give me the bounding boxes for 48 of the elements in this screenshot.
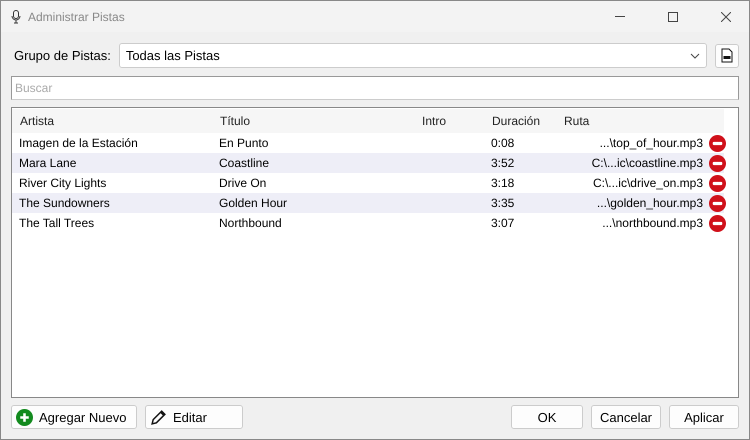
dialog-button[interactable]: Aplicar	[669, 405, 739, 429]
microphone-icon	[11, 10, 21, 24]
remove-icon[interactable]	[708, 214, 726, 232]
search-field[interactable]: Buscar	[11, 76, 739, 100]
maximize-icon	[668, 12, 678, 22]
table-cell-text: 3:52	[491, 156, 516, 170]
group-dropdown[interactable]: Todas las Pistas	[118, 43, 707, 68]
remove-icon[interactable]	[708, 134, 726, 152]
chevron-down-icon	[690, 52, 700, 58]
add-new-button[interactable]: Agregar Nuevo	[11, 405, 137, 429]
table-cell-text: ...\golden_hour.mp3	[596, 196, 703, 210]
table-cell-text: Northbound	[219, 216, 283, 230]
column-header[interactable]: Título	[219, 114, 421, 128]
column-header[interactable]: Ruta	[563, 114, 703, 128]
table-cell-text: 0:08	[491, 136, 516, 150]
table-cell-text: Golden Hour	[219, 196, 288, 210]
table-cell-text: Imagen de la Estación	[19, 136, 139, 150]
table-cell-text: Coastline	[219, 156, 270, 170]
remove-icon[interactable]	[708, 174, 726, 192]
table-cell-text: Drive On	[219, 176, 268, 190]
edit-button[interactable]: Editar	[145, 405, 243, 429]
column-header[interactable]: Artista	[19, 114, 219, 128]
column-header[interactable]: Intro	[421, 114, 491, 128]
table-cell-text: ...\top_of_hour.mp3	[598, 136, 703, 150]
export-csv-button[interactable]	[715, 44, 739, 68]
table-cell-text: En Punto	[219, 136, 270, 150]
table-cell-text: ...\northbound.mp3	[601, 216, 703, 230]
remove-icon[interactable]	[708, 154, 726, 172]
table-cell-text: River City Lights	[19, 176, 108, 190]
csv-file-icon	[721, 48, 733, 63]
table-cell-text: 3:07	[491, 216, 516, 230]
close-icon	[721, 12, 731, 22]
table-cell-text: C:\...ic\drive_on.mp3	[592, 176, 703, 190]
table-cell-text: Mara Lane	[19, 156, 78, 170]
dialog-button[interactable]: Cancelar	[591, 405, 661, 429]
remove-icon[interactable]	[708, 194, 726, 212]
group-label: Grupo de Pistas:	[13, 48, 111, 63]
table-cell-text: C:\...ic\coastline.mp3	[590, 156, 703, 170]
pencil-icon	[150, 408, 167, 426]
table-cell-text: The Tall Trees	[19, 216, 96, 230]
dialog-button[interactable]: OK	[511, 405, 583, 429]
minimize-icon	[615, 16, 625, 17]
column-header[interactable]: Duración	[491, 114, 563, 128]
window-title: Administrar Pistas	[28, 10, 126, 24]
table-cell-text: 3:18	[491, 176, 516, 190]
add-icon	[16, 408, 33, 426]
table-cell-text: The Sundowners	[19, 196, 111, 210]
table-cell-text: 3:35	[491, 196, 516, 210]
